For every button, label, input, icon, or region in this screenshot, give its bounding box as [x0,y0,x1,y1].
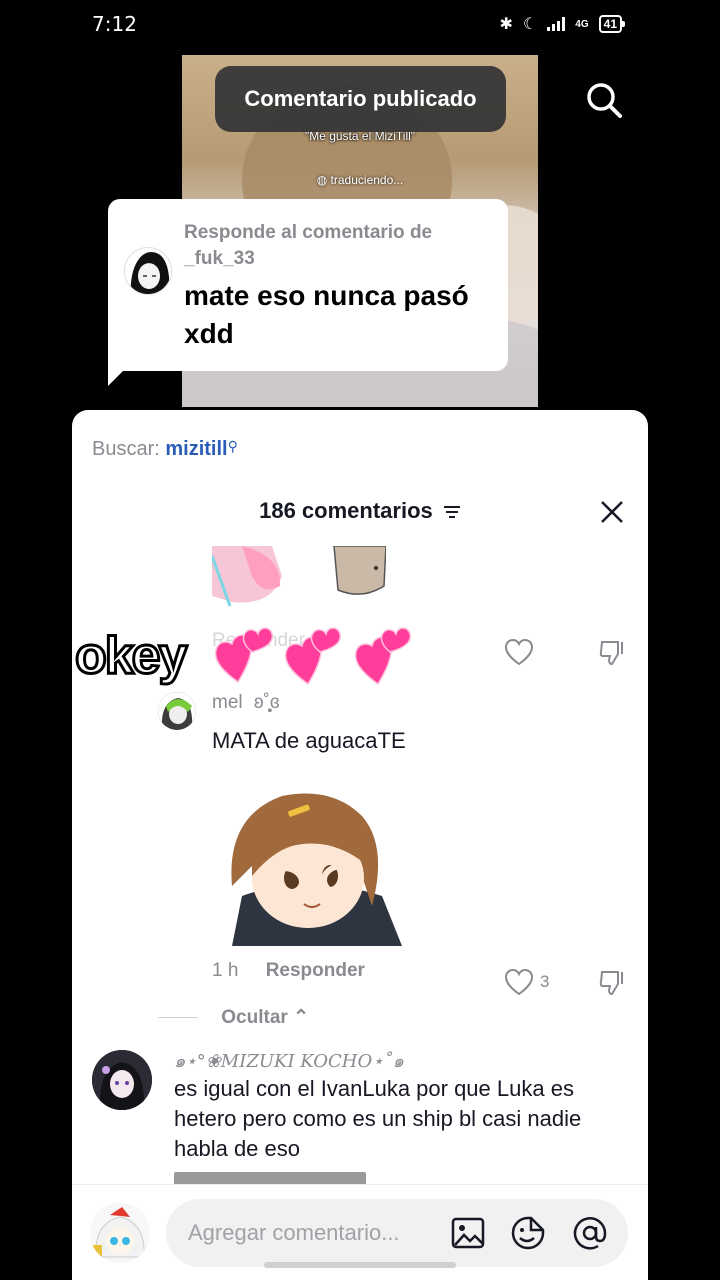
hide-replies-button[interactable]: Ocultar ⌃ [158,1006,309,1029]
mention-at-icon[interactable] [572,1215,608,1251]
comment-username[interactable]: mel ʚ˚̩̥̩̥̩̥ɞ [212,692,280,714]
home-indicator [264,1262,456,1268]
chevron-up-icon: ⌃ [293,1007,310,1028]
close-icon[interactable] [598,498,626,526]
search-suggestion-term[interactable]: mizitill [165,438,227,460]
network-type: 4G [575,18,589,30]
comment-input[interactable] [166,1199,628,1267]
avatar-illustration [90,1203,150,1263]
translating-label: ◍ traduciendo... [182,173,538,187]
avatar-illustration [125,248,171,294]
like-heart-icon[interactable] [504,968,534,996]
battery-icon: 41 [598,15,626,33]
overlay-sticker-text: okey [74,626,190,687]
avatar-illustration [92,1050,152,1110]
dislike-icon[interactable] [598,638,628,666]
status-bar: 7:12 ✱ ☾ 4G 41 [0,0,720,50]
status-icons: ✱ ☾ 4G 41 [499,14,626,34]
search-icon[interactable] [584,80,624,120]
comment-text: MATA de aguacaTE [212,728,406,753]
hide-label: Ocultar [221,1007,288,1028]
search-suggestion[interactable]: Buscar: mizitill⚲ [92,438,238,461]
translate-icon: ◍ [316,173,331,187]
avatar[interactable] [158,692,196,730]
comments-count-title: 186 comentarios [72,498,648,524]
like-count: 3 [540,972,550,991]
signal-icon [547,17,566,31]
sticker-emoji-icon[interactable] [510,1215,546,1251]
bluetooth-icon: ✱ [499,16,513,33]
anime-gif-illustration [212,786,404,946]
translating-text: traduciendo... [330,173,404,187]
avatar-illustration [158,692,196,730]
moon-icon: ☾ [522,16,538,33]
dislike-icon[interactable] [598,968,628,996]
search-icon: ⚲ [227,438,238,454]
comment-username[interactable]: ๑⋆°❀MIZUKI KOCHO⋆˚๑ [174,1046,404,1075]
avatar [124,247,172,295]
sort-filter-icon[interactable] [443,505,461,519]
comment-gif[interactable] [212,786,404,946]
comments-count: 186 comentarios [259,498,433,523]
comment-meta: 1 h Responder [212,960,365,982]
username-text: mel [212,692,243,713]
comment-time: 1 h [212,960,239,981]
comment-text: es igual con el IvanLuka por que Luka es… [174,1076,582,1161]
toast-text: Comentario publicado [244,86,477,111]
avatar[interactable] [92,1050,152,1110]
reply-text: mate eso nunca pasó xdd [184,280,469,349]
like-heart-icon[interactable] [504,638,534,666]
hearts-sticker [214,627,412,686]
search-suggestion-label: Buscar: [92,438,160,460]
toast-comment-posted: Comentario publicado [215,66,506,132]
image-icon[interactable] [450,1215,486,1251]
comment-input-field[interactable] [188,1215,438,1251]
reply-card: Responde al comentario de _fuk_33 mate e… [108,199,508,371]
comment-sticker[interactable] [212,546,386,612]
status-time: 7:12 [92,12,137,36]
reply-button[interactable]: Responder [266,960,365,981]
reply-heading: Responde al comentario de _fuk_33 [184,222,433,269]
comments-list[interactable]: Responder okey [72,546,648,1186]
my-avatar [90,1203,150,1263]
comments-sheet: Buscar: mizitill⚲ 186 comentarios Respon… [72,410,648,1280]
username-decoration: ʚ˚̩̥̩̥̩̥ɞ [253,692,280,713]
